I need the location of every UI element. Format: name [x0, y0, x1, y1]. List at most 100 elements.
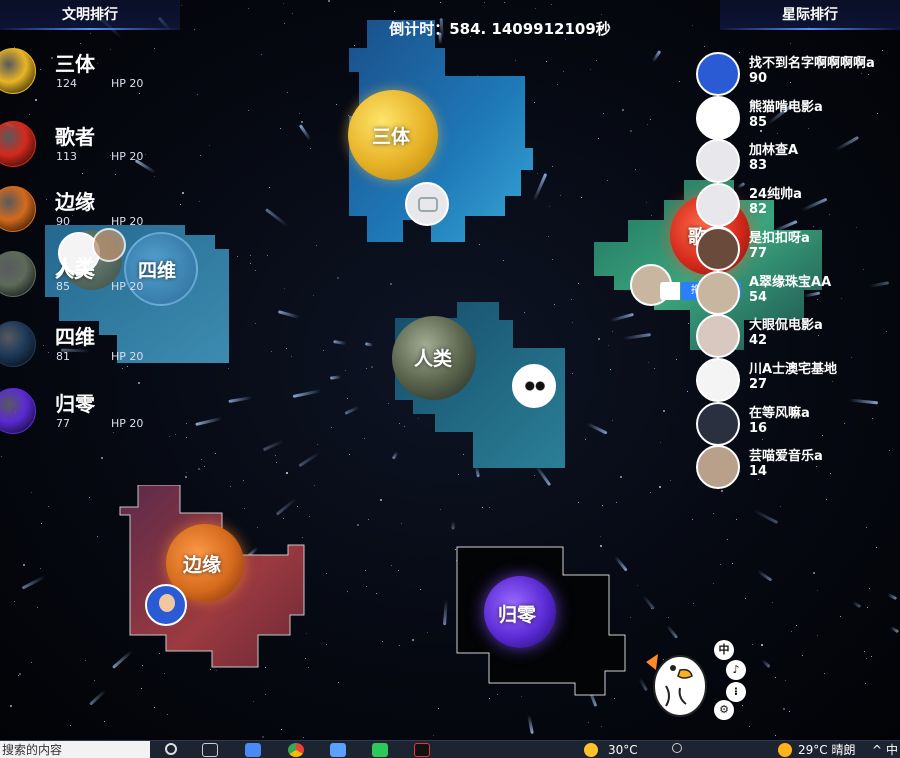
civ-name: 三体: [55, 52, 95, 76]
civ-rank-item[interactable]: 歌者 113 HP 20: [0, 121, 180, 181]
rank-name: 24纯帅a: [749, 187, 802, 203]
countdown-value: 584. 1409912109秒: [449, 20, 611, 38]
rank-avatar[interactable]: [696, 401, 740, 446]
rank-name: 是扣扣呀a: [749, 230, 810, 246]
app-icon-2[interactable]: [330, 743, 346, 757]
civ-hp: HP 20: [111, 280, 144, 293]
star-rank-item[interactable]: 找不到名字啊啊啊啊a 90: [696, 52, 900, 96]
rank-name: 找不到名字啊啊啊啊a: [749, 56, 875, 71]
star-ranking-title: 星际排行: [720, 0, 900, 30]
side-button-lang[interactable]: 中: [714, 640, 734, 660]
civ-hp: HP 20: [111, 150, 144, 163]
civ-score: 124: [56, 77, 77, 90]
civ-hp: HP 20: [111, 417, 144, 430]
star-rank-item[interactable]: 24纯帅a 82: [696, 183, 900, 228]
rank-avatar[interactable]: [696, 314, 740, 359]
civ-rank-item[interactable]: 边缘 90 HP 20: [0, 186, 180, 246]
star-rank-item[interactable]: 在等风嘛a 16: [696, 401, 900, 446]
civ-name: 歌者: [55, 125, 95, 149]
civ-planet-icon: [0, 48, 36, 94]
side-button-menu[interactable]: ⁝: [726, 682, 746, 702]
civ-rank-item[interactable]: 人类 85 HP 20: [0, 251, 180, 311]
sun-icon: [584, 743, 598, 757]
rank-name: 川A士澳宅基地: [749, 361, 838, 377]
rank-avatar[interactable]: [696, 139, 740, 184]
civ-hp: HP 20: [111, 350, 144, 363]
civ-hp: HP 20: [111, 215, 144, 228]
rank-avatar[interactable]: [696, 95, 740, 140]
duck-mascot-icon[interactable]: [640, 640, 720, 720]
rank-score: 82: [749, 202, 768, 218]
app-icon-3[interactable]: [414, 743, 430, 757]
rank-avatar[interactable]: [696, 445, 740, 490]
star-rank-item[interactable]: 芸喵爱音乐a 14: [696, 445, 900, 490]
rank-avatar[interactable]: [696, 357, 740, 402]
civ-planet-icon: [0, 388, 36, 434]
rank-score: 90: [749, 71, 768, 86]
civ-name: 边缘: [55, 190, 95, 214]
civ-score: 81: [56, 350, 70, 363]
taskbar-search-box[interactable]: 搜索的内容: [0, 741, 150, 758]
civ-rank-item[interactable]: 归零 77 HP 20: [0, 388, 180, 448]
civ-planet-icon: [0, 121, 36, 167]
ime-indicator[interactable]: 中: [886, 741, 898, 758]
guiling-label: 归零: [498, 604, 537, 626]
rank-score: 14: [749, 464, 768, 480]
rank-avatar[interactable]: [696, 52, 740, 96]
civ-rank-item[interactable]: 三体 124 HP 20: [0, 48, 180, 108]
rank-score: 77: [749, 245, 768, 261]
rank-score: 16: [749, 420, 768, 436]
rank-name: 芸喵爱音乐a: [749, 449, 823, 465]
civ-score: 85: [56, 280, 70, 293]
civ-name: 归零: [55, 392, 95, 416]
weather-left: 30°C: [608, 743, 638, 757]
rank-name: 在等风嘛a: [749, 405, 810, 421]
civ-planet-icon: [0, 186, 36, 232]
weather-right: 29°C 晴朗: [798, 743, 856, 757]
star-rank-item[interactable]: 加林查A 83: [696, 139, 900, 184]
rank-avatar[interactable]: [696, 226, 740, 271]
wechat-icon[interactable]: [372, 743, 388, 757]
santi-label: 三体: [372, 126, 411, 148]
rank-score: 85: [749, 114, 768, 130]
people-icon[interactable]: [672, 743, 682, 753]
civ-planet-icon: [0, 251, 36, 297]
civ-score: 77: [56, 417, 70, 430]
civ-hp: HP 20: [111, 77, 144, 90]
side-button-music[interactable]: ♪: [726, 660, 746, 680]
countdown: 倒计时：584. 1409912109秒: [350, 18, 650, 39]
taskbar: 搜索的内容 30°C 29°C 晴朗 ^ 中: [0, 740, 900, 758]
biany-avatar-kid[interactable]: [145, 584, 187, 626]
civ-name: 四维: [55, 325, 95, 349]
civilization-ranking-title: 文明排行: [0, 0, 180, 30]
rank-name: A翠缘珠宝AA: [749, 274, 832, 290]
star-rank-item[interactable]: 大眼侃电影a 42: [696, 314, 900, 359]
renlei-label: 人类: [414, 348, 453, 370]
star-rank-item[interactable]: 熊猫啃电影a 85: [696, 95, 900, 140]
app-icon-1[interactable]: [245, 743, 261, 757]
civ-rank-item[interactable]: 四维 81 HP 20: [0, 321, 180, 381]
star-rank-item[interactable]: 是扣扣呀a 77: [696, 226, 900, 271]
chrome-icon[interactable]: [288, 743, 304, 757]
task-view-icon[interactable]: [202, 743, 218, 757]
star-rank-item[interactable]: A翠缘珠宝AA 54: [696, 270, 900, 315]
rank-avatar[interactable]: [696, 270, 740, 315]
rank-name: 加林查A: [749, 143, 799, 159]
tray-chevron-icon[interactable]: ^: [872, 741, 882, 758]
civ-planet-icon: [0, 321, 36, 367]
countdown-label: 倒计时：: [389, 20, 450, 38]
rank-name: 大眼侃电影a: [749, 318, 823, 334]
civ-name: 人类: [55, 255, 95, 279]
renlei-avatar-panda[interactable]: [512, 364, 556, 408]
civ-score: 90: [56, 215, 70, 228]
rank-score: 42: [749, 333, 768, 349]
weather-icon: [778, 743, 792, 757]
rank-name: 熊猫啃电影a: [749, 99, 823, 115]
santi-avatar-tv[interactable]: [405, 182, 449, 226]
side-button-settings[interactable]: ⚙: [714, 700, 734, 720]
search-icon[interactable]: [165, 743, 177, 755]
biany-label: 边缘: [183, 554, 222, 576]
star-rank-item[interactable]: 川A士澳宅基地 27: [696, 357, 900, 402]
rank-avatar[interactable]: [696, 183, 740, 228]
upload-cloud-icon[interactable]: [660, 282, 680, 300]
